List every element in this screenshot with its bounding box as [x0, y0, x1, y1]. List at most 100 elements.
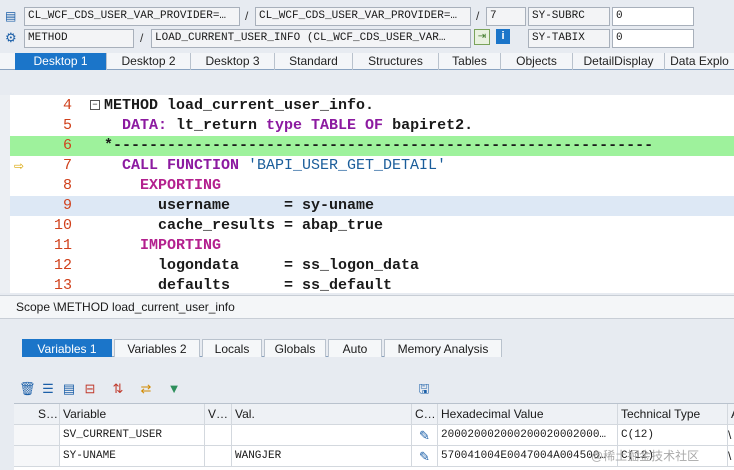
tab-objects[interactable]: Objects [501, 53, 573, 70]
tab-variables-1[interactable]: Variables 1 [22, 339, 112, 357]
tab-globals[interactable]: Globals [264, 339, 326, 357]
sysvar-value-field[interactable]: 0 [612, 7, 694, 26]
watermark: @稀土掘金技术社区 [591, 449, 700, 463]
gear-icon: ⚙ [5, 30, 17, 45]
column-header[interactable]: Val. [232, 404, 412, 425]
code-text: *---------------------------------------… [104, 136, 653, 156]
extra-cell: \ [728, 425, 734, 446]
tab-locals[interactable]: Locals [202, 339, 262, 357]
code-line[interactable]: 7 CALL FUNCTION 'BAPI_USER_GET_DETAIL' [10, 156, 734, 176]
column-header[interactable]: V… [205, 404, 232, 425]
pencil-icon[interactable]: ✎ [419, 428, 430, 443]
line-number: 12 [53, 257, 72, 274]
variables-tabbar: Variables 1 Variables 2 Locals Globals A… [22, 339, 502, 357]
info-icon[interactable]: i [496, 29, 510, 44]
code-line[interactable]: 4 METHOD load_current_user_info. [10, 96, 734, 116]
line-field[interactable]: 7 [486, 7, 526, 26]
tab-variables-2[interactable]: Variables 2 [114, 339, 200, 357]
code-text: cache_results = abap_true [104, 216, 383, 236]
event-type-field[interactable]: METHOD [24, 29, 134, 48]
remove-row-icon[interactable]: ⊟ [82, 381, 98, 397]
pencil-icon[interactable]: ✎ [419, 449, 430, 464]
code-token: defaults = ss_default [104, 277, 393, 293]
source-editor[interactable]: 4 METHOD load_current_user_info. 5 DATA: l… [10, 95, 734, 293]
variable-name[interactable]: SY-UNAME [60, 446, 205, 467]
code-token: EXPORTING [104, 177, 222, 194]
code-token: cache_results = abap_true [104, 217, 384, 234]
program-field[interactable]: CL_WCF_CDS_USER_VAR_PROVIDER=… [24, 7, 240, 26]
tab-standard[interactable]: Standard [275, 53, 353, 70]
change-value-cell[interactable]: ✎ [412, 446, 438, 467]
variable-name[interactable]: SV_CURRENT_USER [60, 425, 205, 446]
tab-desktop-3[interactable]: Desktop 3 [191, 53, 275, 70]
code-line[interactable]: 6 *--------------------------------------… [10, 136, 734, 156]
code-token: IMPORTING [104, 237, 222, 254]
line-number: 11 [53, 237, 72, 254]
line-number: 13 [53, 277, 72, 293]
collapse-icon[interactable]: − [90, 100, 100, 110]
code-token: logondata = ss_logon_data [104, 257, 420, 274]
variable-value[interactable]: WANGJER [232, 446, 412, 467]
code-token: 'BAPI_USER_GET_DETAIL' [248, 157, 447, 174]
code-token: type TABLE OF [266, 117, 393, 134]
variable-value-display [205, 425, 232, 446]
column-header[interactable]: Hexadecimal Value [438, 404, 618, 425]
code-text: METHOD load_current_user_info. [104, 96, 374, 116]
code-token: METHOD load_current_user_info. [104, 97, 375, 114]
code-token: DATA: [104, 117, 177, 134]
column-header[interactable]: A [728, 404, 734, 425]
include-field[interactable]: CL_WCF_CDS_USER_VAR_PROVIDER=… [255, 7, 471, 26]
sysvar2-value-field[interactable]: 0 [612, 29, 694, 48]
row-selector[interactable] [14, 446, 60, 467]
code-line[interactable]: 9 username = sy-uname [10, 196, 734, 216]
line-number: 5 [62, 117, 72, 134]
tab-auto[interactable]: Auto [328, 339, 382, 357]
filter-icon[interactable]: ▼ [166, 381, 182, 397]
tab-tables[interactable]: Tables [439, 53, 501, 70]
sysvar-name-field[interactable]: SY-SUBRC [528, 7, 610, 26]
tab-desktop-2[interactable]: Desktop 2 [107, 53, 191, 70]
code-token: bapiret2. [392, 117, 474, 134]
code-text: defaults = ss_default [104, 276, 392, 293]
navigate-icon[interactable]: ⇥ [474, 29, 490, 45]
event-name-field[interactable]: LOAD_CURRENT_USER_INFO (CL_WCF_CDS_USER_… [151, 29, 471, 48]
list-icon[interactable]: ☰ [40, 381, 56, 397]
code-text: EXPORTING [104, 176, 221, 196]
code-line[interactable]: 11 IMPORTING [10, 236, 734, 256]
tab-memory-analysis[interactable]: Memory Analysis [384, 339, 502, 357]
variable-value[interactable] [232, 425, 412, 446]
save-icon[interactable]: 🖫 [416, 381, 432, 397]
code-text: IMPORTING [104, 236, 221, 256]
code-text: DATA: lt_return type TABLE OF bapiret2. [104, 116, 473, 136]
code-text: logondata = ss_logon_data [104, 256, 419, 276]
code-line[interactable]: 10 cache_results = abap_true [10, 216, 734, 236]
line-number: 9 [62, 197, 72, 214]
code-line[interactable]: 8 EXPORTING [10, 176, 734, 196]
delete-icon[interactable]: 🗑 [19, 381, 36, 397]
tab-structures[interactable]: Structures [353, 53, 439, 70]
column-header[interactable]: Technical Type [618, 404, 728, 425]
change-value-cell[interactable]: ✎ [412, 425, 438, 446]
column-header[interactable]: C… [412, 404, 438, 425]
edit-list-icon[interactable]: ▤ [61, 381, 77, 397]
line-number: 4 [62, 97, 72, 114]
row-selector[interactable] [14, 425, 60, 446]
tab-detaildisplay[interactable]: DetailDisplay [573, 53, 665, 70]
tab-desktop-1[interactable]: Desktop 1 [15, 53, 107, 70]
tab-data-explorer[interactable]: Data Explo [665, 53, 734, 70]
code-line[interactable]: 12 logondata = ss_logon_data [10, 256, 734, 276]
scope-bar: Scope \METHOD load_current_user_info [0, 295, 734, 319]
code-text: CALL FUNCTION 'BAPI_USER_GET_DETAIL' [104, 156, 446, 176]
sysvar2-name-field[interactable]: SY-TABIX [528, 29, 610, 48]
column-header[interactable]: Variable [60, 404, 205, 425]
column-header[interactable]: S… [14, 404, 60, 425]
code-token: lt_return [176, 117, 267, 134]
code-line[interactable]: 5 DATA: lt_return type TABLE OF bapiret2… [10, 116, 734, 136]
line-number: 10 [53, 217, 72, 234]
sort-icon[interactable]: ⇅ [110, 381, 126, 397]
export-icon[interactable]: ⇄ [138, 381, 154, 397]
line-number: 8 [62, 177, 72, 194]
code-line[interactable]: 13 defaults = ss_default [10, 276, 734, 293]
variable-value-display [205, 446, 232, 467]
code-token: CALL FUNCTION [104, 157, 249, 174]
